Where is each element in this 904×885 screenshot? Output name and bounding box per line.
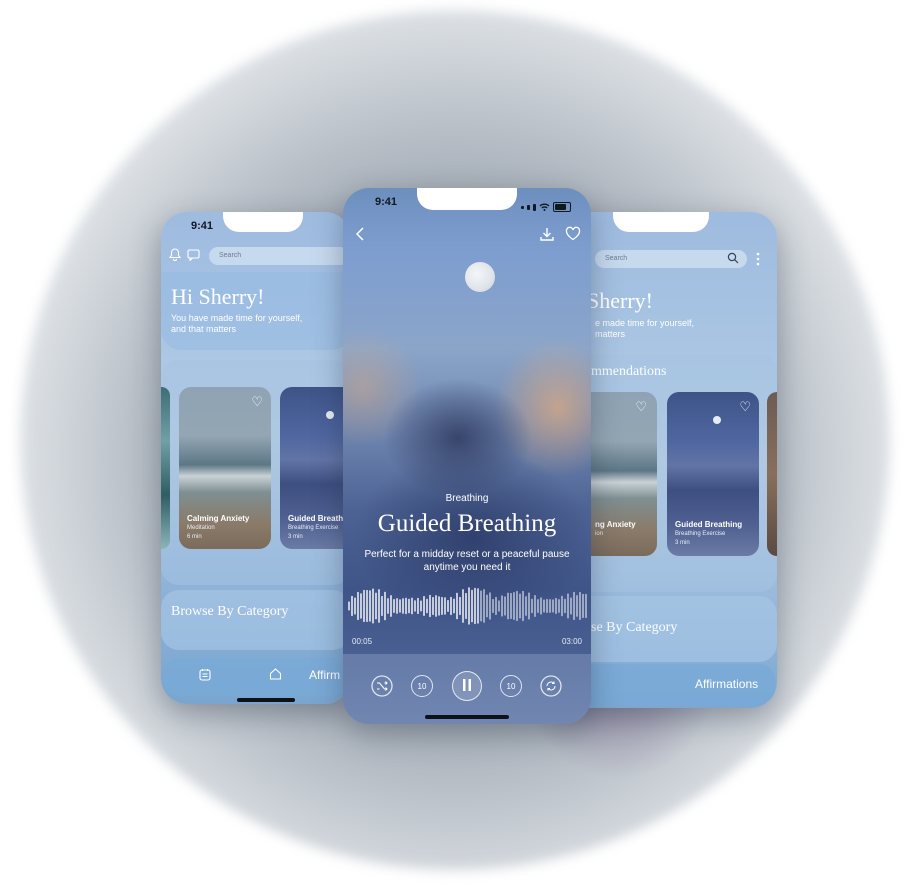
greeting-title: Hi Sherry!	[171, 284, 265, 309]
card-title: Guided Breath	[288, 514, 344, 523]
moon-icon	[713, 416, 721, 424]
card-title: Calming Anxiety	[187, 514, 250, 523]
tab-bar: Affirm	[163, 658, 349, 696]
card-guided-breath[interactable]: Guided Breath Breathing Exercise 3 min	[280, 387, 351, 549]
status-icons	[521, 198, 571, 216]
card-guided-breathing[interactable]: ♡ Guided Breathing Breathing Exercise 3 …	[667, 392, 759, 556]
track-description: Perfect for a midday reset or a peaceful…	[355, 548, 579, 574]
forward-10-button[interactable]: 10	[500, 675, 522, 697]
notch	[613, 212, 709, 232]
track-description-line-1: Perfect for a midday reset or a peaceful…	[364, 549, 570, 560]
track-category: Breathing	[445, 493, 489, 504]
home-indicator	[425, 715, 509, 719]
chat-icon[interactable]	[187, 249, 200, 264]
greeting-subtext-1: e made time for yourself,	[595, 318, 695, 328]
browse-panel	[161, 590, 351, 650]
calendar-icon[interactable]	[199, 668, 211, 684]
greeting-title: Sherry!	[587, 288, 653, 313]
card-duration: 3 min	[675, 540, 690, 546]
heart-icon[interactable]: ♡	[635, 400, 647, 413]
tab-affirmations[interactable]: Affirm	[309, 668, 340, 682]
card-title: Guided Breathing	[675, 520, 743, 529]
phone-player: 9:41 Breathing Guided Breathing Perfect …	[343, 188, 591, 724]
battery-icon	[553, 202, 571, 212]
browse-title: se By Category	[591, 620, 678, 635]
greeting-subtext-2: and that matters	[171, 324, 237, 334]
notch	[223, 212, 303, 232]
card-title: ng Anxiety	[595, 520, 636, 529]
search-input[interactable]: Search	[209, 247, 349, 265]
card-duration: 3 min	[288, 534, 303, 540]
browse-title: Browse By Category	[171, 604, 289, 619]
pause-button[interactable]	[452, 671, 482, 701]
total-time: 03:00	[561, 637, 582, 646]
card-duration: 6 min	[187, 534, 202, 540]
card-partial[interactable]	[767, 392, 777, 556]
card-type: Meditation	[187, 525, 215, 531]
phone-home-left: 9:41 Search Hi Sherry! You have made tim…	[161, 212, 351, 704]
home-indicator	[237, 698, 295, 702]
tab-bar: Affirmations	[559, 664, 775, 704]
elapsed-time: 00:05	[352, 637, 373, 646]
card-type: Breathing Exercise	[288, 525, 339, 531]
greeting-subtext-2: matters	[595, 329, 626, 339]
greeting-subtext-1: You have made time for yourself,	[171, 313, 303, 323]
notch	[417, 188, 517, 210]
signal-bar	[533, 203, 536, 211]
back-icon[interactable]	[355, 226, 365, 247]
card-type: ion	[595, 531, 604, 537]
bell-icon[interactable]	[168, 248, 182, 264]
heart-icon[interactable]	[565, 226, 581, 246]
rewind-10-button[interactable]: 10	[411, 675, 433, 697]
status-time: 9:41	[191, 220, 214, 232]
home-icon[interactable]	[269, 667, 282, 683]
more-vertical-icon[interactable]	[755, 252, 761, 269]
card-type: Breathing Exercise	[675, 531, 726, 537]
signal-bar	[521, 205, 524, 209]
moon-image	[465, 262, 495, 292]
card-partial[interactable]	[161, 387, 170, 549]
heart-icon[interactable]: ♡	[251, 395, 263, 408]
heart-icon[interactable]: ♡	[739, 400, 751, 413]
search-input[interactable]: Search	[595, 250, 747, 268]
search-icon[interactable]	[727, 252, 739, 267]
card-calming-anxiety[interactable]: ♡ Calming Anxiety Meditation 6 min	[179, 387, 271, 549]
repeat-icon[interactable]	[540, 675, 562, 697]
download-icon[interactable]	[539, 226, 555, 247]
wifi-icon	[539, 198, 550, 216]
shuffle-icon[interactable]	[371, 675, 393, 697]
signal-bar	[527, 204, 530, 210]
recommendations-title: mmendations	[591, 364, 667, 379]
moon-icon	[326, 411, 334, 419]
track-description-line-2: anytime you need it	[423, 562, 511, 573]
tab-affirmations[interactable]: Affirmations	[695, 677, 758, 691]
status-time: 9:41	[375, 196, 398, 208]
track-title: Guided Breathing	[377, 510, 557, 537]
audio-waveform[interactable]	[347, 584, 587, 628]
